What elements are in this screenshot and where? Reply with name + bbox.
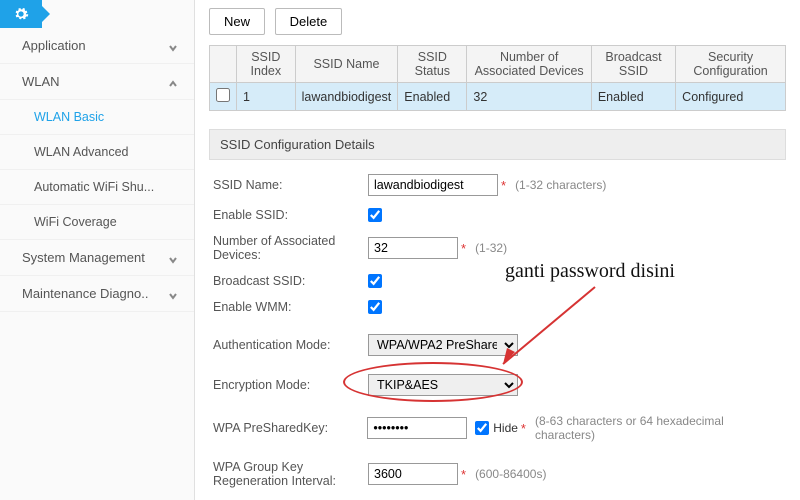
- cell-assoc-devices: 32: [467, 83, 591, 111]
- regen-interval-label: WPA Group Key Regeneration Interval:: [213, 460, 368, 488]
- new-button[interactable]: New: [209, 8, 265, 35]
- sidebar-item-application[interactable]: Application: [0, 28, 194, 64]
- cell-ssid-name: lawandbiodigest: [295, 83, 398, 111]
- col-ssid-index: SSID Index: [237, 46, 296, 83]
- enable-ssid-label: Enable SSID:: [213, 208, 368, 222]
- settings-gear-tab[interactable]: [0, 0, 42, 28]
- sidebar-item-wlan-basic[interactable]: WLAN Basic: [0, 100, 194, 135]
- table-row[interactable]: 1 lawandbiodigest Enabled 32 Enabled Con…: [210, 83, 786, 111]
- gear-icon: [13, 6, 29, 22]
- delete-button[interactable]: Delete: [275, 8, 343, 35]
- chevron-down-icon: [168, 253, 178, 263]
- enable-wmm-checkbox[interactable]: [368, 300, 382, 314]
- sidebar-item-wlan[interactable]: WLAN: [0, 64, 194, 100]
- encryption-mode-label: Encryption Mode:: [213, 378, 368, 392]
- hide-psk-checkbox[interactable]: [475, 421, 489, 435]
- col-broadcast-ssid: Broadcast SSID: [591, 46, 675, 83]
- enable-ssid-checkbox[interactable]: [368, 208, 382, 222]
- psk-label: WPA PreSharedKey:: [213, 421, 367, 435]
- required-marker: *: [521, 421, 526, 436]
- cell-ssid-status: Enabled: [398, 83, 467, 111]
- sidebar-item-label: WLAN Advanced: [34, 145, 129, 159]
- required-marker: *: [501, 178, 506, 193]
- sidebar-item-wlan-advanced[interactable]: WLAN Advanced: [0, 135, 194, 170]
- col-ssid-status: SSID Status: [398, 46, 467, 83]
- sidebar-item-label: WLAN Basic: [34, 110, 104, 124]
- ssid-name-label: SSID Name:: [213, 178, 368, 192]
- table-header-row: SSID Index SSID Name SSID Status Number …: [210, 46, 786, 83]
- regen-interval-input[interactable]: [368, 463, 458, 485]
- cell-broadcast-ssid: Enabled: [591, 83, 675, 111]
- sidebar-item-maintenance-diagnose[interactable]: Maintenance Diagno..: [0, 276, 194, 312]
- chevron-down-icon: [168, 289, 178, 299]
- num-devices-input[interactable]: [368, 237, 458, 259]
- col-select: [210, 46, 237, 83]
- sidebar-item-label: WiFi Coverage: [34, 215, 117, 229]
- sidebar-item-system-management[interactable]: System Management: [0, 240, 194, 276]
- encryption-mode-select[interactable]: TKIP&AES: [368, 374, 518, 396]
- chevron-down-icon: [168, 41, 178, 51]
- annotation-text: ganti password disini: [505, 260, 675, 283]
- psk-input[interactable]: [367, 417, 467, 439]
- ssid-name-hint: (1-32 characters): [515, 178, 606, 192]
- broadcast-ssid-checkbox[interactable]: [368, 274, 382, 288]
- sidebar-item-label: System Management: [22, 250, 145, 265]
- sidebar-item-wifi-coverage[interactable]: WiFi Coverage: [0, 205, 194, 240]
- auth-mode-select[interactable]: WPA/WPA2 PreSharedKey: [368, 334, 518, 356]
- col-ssid-name: SSID Name: [295, 46, 398, 83]
- chevron-up-icon: [168, 77, 178, 87]
- sidebar-item-label: Application: [22, 38, 86, 53]
- num-devices-label: Number of Associated Devices:: [213, 234, 368, 262]
- broadcast-ssid-label: Broadcast SSID:: [213, 274, 368, 288]
- auth-mode-label: Authentication Mode:: [213, 338, 368, 352]
- row-checkbox[interactable]: [216, 88, 230, 102]
- psk-hint: (8-63 characters or 64 hexadecimal chara…: [535, 414, 786, 442]
- hide-psk-label: Hide: [493, 421, 518, 435]
- sidebar-item-auto-wifi-shutdown[interactable]: Automatic WiFi Shu...: [0, 170, 194, 205]
- sidebar-item-label: WLAN: [22, 74, 60, 89]
- col-assoc-devices: Number of Associated Devices: [467, 46, 591, 83]
- cell-ssid-index: 1: [237, 83, 296, 111]
- sidebar: Application WLAN WLAN Basic WLAN Advance…: [0, 0, 195, 500]
- sidebar-item-label: Maintenance Diagno..: [22, 286, 148, 301]
- ssid-config-form: SSID Name: * (1-32 characters) Enable SS…: [209, 160, 786, 500]
- required-marker: *: [461, 467, 466, 482]
- regen-hint: (600-86400s): [475, 467, 546, 481]
- ssid-name-input[interactable]: [368, 174, 498, 196]
- required-marker: *: [461, 241, 466, 256]
- ssid-table: SSID Index SSID Name SSID Status Number …: [209, 45, 786, 111]
- enable-wmm-label: Enable WMM:: [213, 300, 368, 314]
- section-title: SSID Configuration Details: [209, 129, 786, 160]
- main-content: New Delete SSID Index SSID Name SSID Sta…: [195, 0, 800, 500]
- cell-security-config: Configured: [676, 83, 786, 111]
- num-devices-hint: (1-32): [475, 241, 507, 255]
- sidebar-item-label: Automatic WiFi Shu...: [34, 180, 154, 194]
- col-security-config: Security Configuration: [676, 46, 786, 83]
